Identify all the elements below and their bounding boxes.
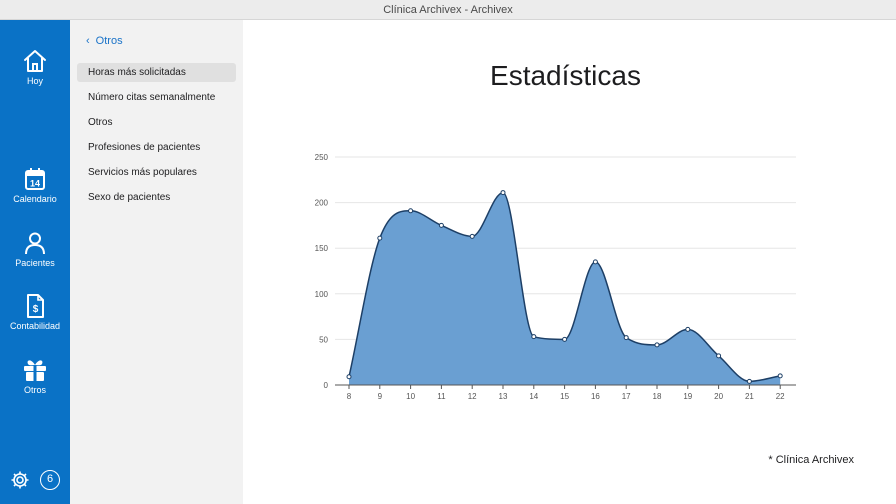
back-label: Otros: [95, 35, 123, 47]
data-point: [685, 326, 691, 332]
footer-note: * Clínica Archivex: [768, 454, 854, 466]
x-tick-label: 21: [745, 392, 754, 401]
y-tick-label: 100: [315, 290, 329, 299]
y-tick-label: 200: [315, 199, 329, 208]
rail-bottom-bar: 6: [0, 468, 70, 492]
invoice-icon: $: [27, 294, 44, 318]
x-tick-label: 15: [560, 392, 569, 401]
calendar-day-number: 14: [30, 179, 40, 189]
data-point: [346, 374, 352, 380]
sidebar: ‹ Otros Horas más solicitadas Número cita…: [70, 20, 243, 504]
rail-item-pacientes[interactable]: Pacientes: [0, 230, 70, 268]
rail-label: Pacientes: [15, 258, 55, 268]
x-tick-label: 14: [529, 392, 538, 401]
gift-icon: [24, 360, 46, 381]
main-content: Estadísticas 0 50 100 150 200 250 8 9 10 11 12 13 14…: [243, 20, 896, 504]
notification-badge[interactable]: 6: [40, 470, 60, 490]
x-tick-label: 18: [653, 392, 662, 401]
x-tick-label: 12: [468, 392, 477, 401]
svg-text:$: $: [33, 304, 39, 315]
x-tick-label: 16: [591, 392, 600, 401]
x-tick-label: 9: [378, 392, 383, 401]
gear-icon[interactable]: [10, 470, 30, 490]
sidebar-item-sexo[interactable]: Sexo de pacientes: [77, 188, 236, 207]
sidebar-item-otros[interactable]: Otros: [77, 113, 236, 132]
area-fill: [349, 192, 781, 385]
data-point: [592, 259, 598, 265]
sidebar-item-citas[interactable]: Número citas semanalmente: [77, 88, 236, 107]
y-tick-label: 150: [315, 244, 329, 253]
x-tick-label: 10: [406, 392, 415, 401]
sidebar-item-horas[interactable]: Horas más solicitadas: [77, 63, 236, 82]
data-point: [716, 353, 722, 359]
area-chart: 0 50 100 150 200 250 8 9 10 11 12 13 14 15 16 17 18 19 20 2…: [315, 153, 796, 401]
data-point: [469, 233, 475, 239]
x-tick-label: 17: [622, 392, 631, 401]
window-title: Clínica Archivex - Archivex: [0, 0, 896, 20]
data-point: [377, 235, 383, 241]
x-tick-label: 22: [776, 392, 785, 401]
x-tick-label: 8: [347, 392, 352, 401]
rail-item-hoy[interactable]: Hoy: [0, 48, 70, 86]
data-point: [746, 378, 752, 384]
sidebar-menu: Horas más solicitadas Número citas seman…: [77, 63, 236, 213]
data-point: [531, 334, 537, 340]
y-tick-label: 0: [324, 381, 329, 390]
data-point: [408, 208, 414, 214]
data-point: [654, 342, 660, 348]
data-point: [623, 335, 629, 341]
navigation-rail: Hoy 14 Calendario Pacientes $ Contabilid…: [0, 20, 70, 504]
x-tick-label: 20: [714, 392, 723, 401]
calendar-icon: 14: [25, 168, 45, 190]
rail-label: Otros: [23, 385, 46, 395]
rail-label: Contabilidad: [9, 321, 61, 331]
data-point: [562, 336, 568, 342]
x-tick-label: 13: [499, 392, 508, 401]
sidebar-item-servicios[interactable]: Servicios más populares: [77, 163, 236, 182]
x-tick-label: 19: [683, 392, 692, 401]
person-icon: [25, 232, 45, 255]
sidebar-item-profesiones[interactable]: Profesiones de pacientes: [77, 138, 236, 157]
y-tick-label: 50: [319, 335, 328, 344]
data-point: [438, 222, 444, 228]
rail-item-otros[interactable]: Otros: [0, 357, 70, 395]
x-tick-label: 11: [437, 392, 446, 401]
data-point: [500, 190, 506, 196]
data-point: [777, 373, 783, 379]
rail-label: Hoy: [26, 76, 43, 86]
rail-label: Calendario: [13, 194, 57, 204]
rail-item-calendario[interactable]: 14 Calendario: [0, 166, 70, 204]
y-tick-label: 250: [315, 153, 329, 162]
rail-item-contabilidad[interactable]: $ Contabilidad: [0, 293, 70, 331]
house-icon: [24, 50, 46, 72]
back-link[interactable]: ‹ Otros: [86, 35, 123, 47]
chevron-left-icon: ‹: [86, 35, 90, 47]
